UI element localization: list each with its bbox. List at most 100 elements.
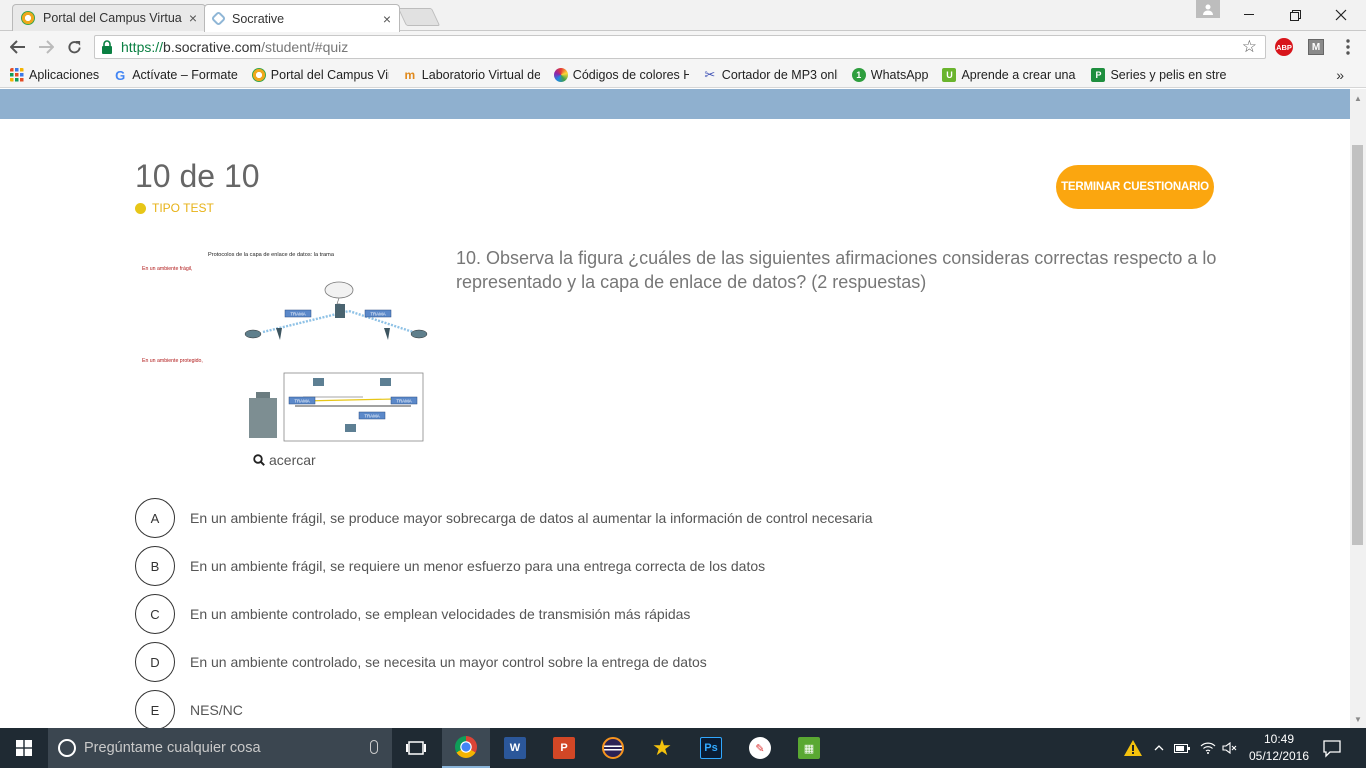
chrome-menu-button[interactable] [1338, 37, 1358, 57]
frame-label: TRAMA [370, 312, 385, 317]
extension-m-button[interactable]: M [1306, 37, 1326, 57]
magnifier-icon [253, 454, 265, 466]
bookmark-label: WhatsApp [870, 68, 929, 82]
volume-button[interactable] [1220, 728, 1240, 768]
bookmark-star-icon[interactable]: ☆ [1242, 37, 1257, 57]
star-app-icon: ★ [652, 735, 672, 760]
bookmark-cortador-mp3[interactable]: ✂ Cortador de MP3 onli [703, 67, 838, 82]
close-window-button[interactable] [1318, 0, 1364, 30]
powerpoint-icon: P [553, 737, 575, 759]
answer-option-b[interactable]: B En un ambiente frágil, se requiere un … [135, 546, 1035, 586]
forward-button[interactable] [34, 35, 58, 59]
taskbar-powerpoint[interactable]: P [540, 728, 588, 768]
battery-button[interactable] [1172, 728, 1192, 768]
campus-favicon-icon [21, 11, 35, 25]
scroll-down-icon[interactable]: ▼ [1350, 712, 1366, 726]
wifi-button[interactable] [1198, 728, 1218, 768]
question-figure[interactable]: Protocolos de la capa de enlace de datos… [135, 244, 430, 444]
forward-arrow-icon [39, 40, 54, 54]
bookmarks-bar: Aplicaciones G Actívate – Formate Portal… [0, 63, 1366, 88]
tab-title: Socrative [232, 11, 285, 26]
warning-icon [1124, 740, 1142, 756]
bookmark-label: Laboratorio Virtual de [421, 68, 540, 82]
minimize-icon [1244, 14, 1254, 15]
taskbar-chart-app[interactable]: ▦ [785, 728, 833, 768]
option-text: En un ambiente frágil, se requiere un me… [190, 558, 766, 574]
profile-button[interactable] [1196, 0, 1220, 18]
finish-quiz-button[interactable]: TERMINAR CUESTIONARIO [1056, 165, 1214, 209]
restore-button[interactable] [1272, 0, 1318, 30]
option-letter[interactable]: E [135, 690, 175, 730]
taskbar-chrome[interactable] [442, 728, 490, 768]
scissors-icon: ✂ [704, 67, 716, 82]
lock-icon [102, 40, 112, 54]
option-letter[interactable]: A [135, 498, 175, 538]
clock-date: 05/12/2016 [1248, 749, 1310, 763]
bookmark-portal-campus[interactable]: Portal del Campus Vir [251, 68, 389, 82]
option-letter[interactable]: D [135, 642, 175, 682]
zoom-label: acercar [269, 452, 316, 468]
microphone-icon[interactable] [370, 740, 378, 754]
taskbar-paint-app[interactable]: ✎ [736, 728, 784, 768]
url-host: b.socrative.com [163, 39, 262, 55]
frame-label: TRAMA [364, 414, 379, 419]
zoom-link[interactable]: acercar [253, 452, 316, 468]
task-view-button[interactable] [392, 728, 440, 768]
scrollbar-thumb[interactable] [1352, 145, 1363, 545]
bookmark-aplicaciones[interactable]: Aplicaciones [10, 68, 99, 82]
tab-socrative[interactable]: Socrative × [204, 4, 400, 32]
bookmark-series-pelis[interactable]: P Series y pelis en strea [1091, 68, 1226, 82]
option-letter[interactable]: B [135, 546, 175, 586]
tab-portal-campus[interactable]: Portal del Campus Virtua × [12, 4, 206, 31]
taskbar-photoshop[interactable]: Ps [687, 728, 735, 768]
bookmark-laboratorio[interactable]: m Laboratorio Virtual de [403, 68, 540, 82]
photoshop-icon: Ps [700, 737, 722, 759]
figure-label-fragile: En un ambiente frágil, [142, 266, 192, 272]
show-hidden-icons-button[interactable] [1150, 728, 1168, 768]
bookmarks-overflow-button[interactable]: » [1336, 67, 1344, 83]
u-icon: U [942, 68, 957, 82]
figure-label-protected: En un ambiente protegido, [142, 358, 203, 364]
question-counter: 10 de 10 [135, 158, 260, 194]
cortana-search-box[interactable]: Pregúntame cualquier cosa [48, 728, 392, 768]
minimize-button[interactable] [1226, 0, 1272, 30]
answer-option-c[interactable]: C En un ambiente controlado, se emplean … [135, 594, 1035, 634]
back-button[interactable] [6, 35, 30, 59]
chrome-icon [455, 736, 477, 758]
action-center-icon[interactable] [1322, 738, 1342, 758]
figure-title: Protocolos de la capa de enlace de datos… [208, 252, 335, 258]
windows-taskbar: Pregúntame cualquier cosa W P ★ Ps ✎ ▦ 1… [0, 728, 1366, 768]
taskbar-eclipse[interactable] [589, 728, 637, 768]
question-type: TIPO TEST [135, 201, 214, 215]
bookmark-activate[interactable]: G Actívate – Formate [113, 68, 238, 83]
bookmark-label: Cortador de MP3 onli [721, 68, 838, 82]
cortana-icon [58, 739, 76, 757]
bookmark-whatsapp[interactable]: 1 WhatsApp [851, 68, 929, 82]
answer-option-e[interactable]: E NES/NC [135, 690, 1035, 730]
system-clock[interactable]: 10:49 05/12/2016 [1244, 731, 1314, 765]
frame-label: TRAMA [290, 312, 305, 317]
option-letter[interactable]: C [135, 594, 175, 634]
adblock-plus-button[interactable]: ABP [1274, 37, 1294, 57]
task-view-icon [406, 741, 426, 755]
whatsapp-icon: 1 [851, 68, 866, 82]
reload-button[interactable] [62, 35, 86, 59]
bookmark-codigos-colores[interactable]: Códigos de colores H [553, 68, 689, 82]
new-tab-button[interactable] [397, 8, 441, 26]
word-icon: W [504, 737, 526, 759]
address-bar[interactable]: https:// b.socrative.com /student/#quiz … [94, 35, 1266, 59]
taskbar-word[interactable]: W [491, 728, 539, 768]
scroll-up-icon[interactable]: ▲ [1350, 91, 1366, 105]
bookmark-aprende[interactable]: U Aprende a crear una p [942, 68, 1077, 82]
answer-option-d[interactable]: D En un ambiente controlado, se necesita… [135, 642, 1035, 682]
warning-tray-icon[interactable] [1122, 728, 1144, 768]
close-tab-icon[interactable]: × [189, 10, 197, 26]
p-icon: P [1091, 68, 1106, 82]
close-tab-icon[interactable]: × [383, 11, 391, 27]
wifi-icon [1200, 742, 1216, 754]
taskbar-star-app[interactable]: ★ [638, 728, 686, 768]
frame-label: TRAMA [294, 399, 309, 404]
answer-option-a[interactable]: A En un ambiente frágil, se produce mayo… [135, 498, 1035, 538]
page-scrollbar[interactable]: ▲ ▼ [1350, 89, 1366, 728]
start-button[interactable] [0, 728, 48, 768]
